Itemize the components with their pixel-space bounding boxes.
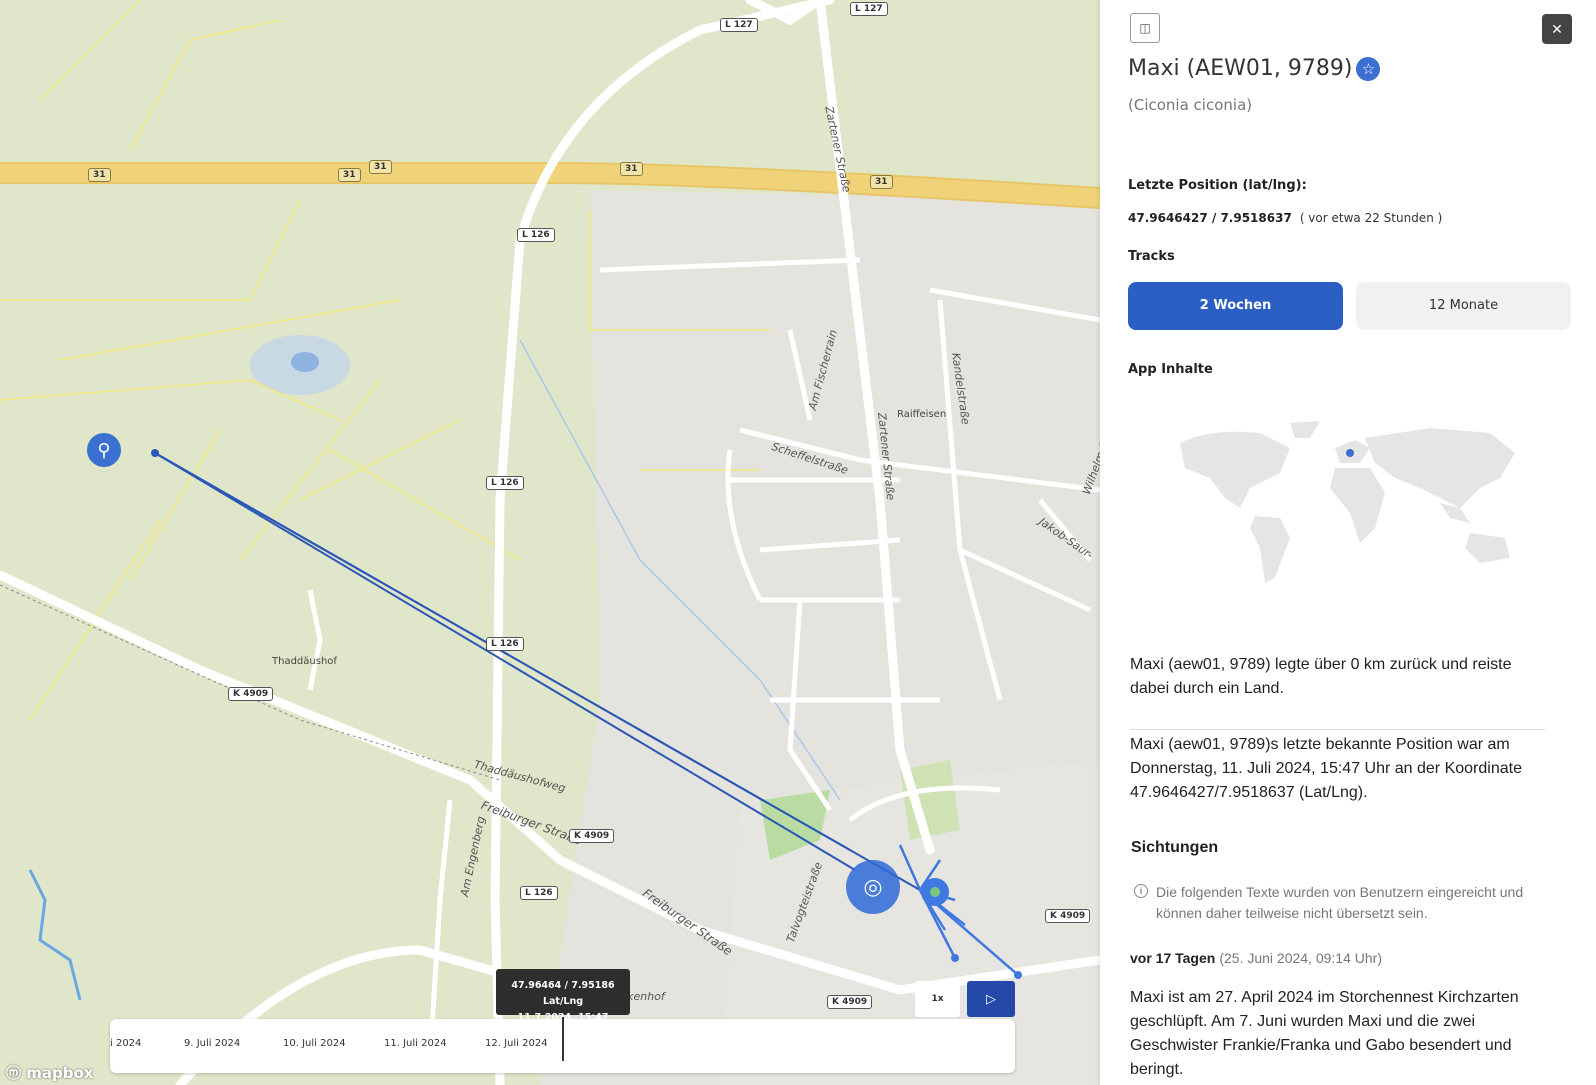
- route-shield: L 127: [720, 18, 758, 32]
- species-label: (Ciconia ciconia): [1128, 96, 1253, 114]
- timeline[interactable]: i 2024 9. Juli 2024 10. Juli 2024 11. Ju…: [110, 1017, 1015, 1073]
- route-shield: 31: [870, 175, 893, 189]
- sightings-notice: i Die folgenden Texte wurden von Benutze…: [1134, 882, 1544, 924]
- last-position-label: Letzte Position (lat/lng):: [1128, 178, 1307, 193]
- position-tooltip: 47.96464 / 7.95186 Lat/Lng 11.7.2024, 15…: [496, 969, 630, 1023]
- timeline-tick: 12. Juli 2024: [485, 1038, 548, 1049]
- route-shield: K 4909: [827, 995, 873, 1009]
- info-icon: i: [1134, 884, 1148, 898]
- star-icon[interactable]: ☆: [1356, 57, 1381, 81]
- route-shield: K 4909: [569, 829, 615, 843]
- play-button[interactable]: ▷: [967, 981, 1015, 1017]
- close-button[interactable]: ✕: [1542, 14, 1572, 44]
- timeline-tick: i 2024: [110, 1038, 142, 1049]
- timeline-tick: 9. Juli 2024: [184, 1038, 241, 1049]
- sidebar-toggle-icon[interactable]: ◫: [1130, 13, 1160, 43]
- mapbox-logo: ⓜ mapbox: [6, 1064, 94, 1082]
- play-icon: ▷: [986, 991, 996, 1006]
- page-title: Maxi (AEW01, 9789) ☆: [1128, 56, 1381, 81]
- world-map: [1180, 421, 1515, 583]
- sighting-text: Maxi ist am 27. April 2024 im Storchenne…: [1130, 989, 1519, 1078]
- route-shield: 31: [338, 168, 361, 182]
- route-shield: L 126: [486, 476, 524, 490]
- route-shield: K 4909: [1045, 909, 1091, 923]
- route-shield: K 4909: [228, 687, 274, 701]
- last-known-text: Maxi (aew01, 9789)s letzte bekannte Posi…: [1130, 736, 1522, 801]
- tooltip-coords: 47.96464 / 7.95186 Lat/Lng: [511, 980, 615, 1007]
- map-view[interactable]: Zartener Straße Zartener Straße Am Fisch…: [0, 0, 1100, 1085]
- speed-button[interactable]: 1x: [915, 981, 960, 1017]
- last-position-value: 47.9646427 / 7.9518637( vor etwa 22 Stun…: [1128, 211, 1443, 225]
- app-content-label: App Inhalte: [1128, 362, 1213, 377]
- timeline-cursor[interactable]: [562, 1017, 564, 1061]
- timeline-tick: 11. Juli 2024: [384, 1038, 447, 1049]
- close-icon: ✕: [1551, 21, 1563, 37]
- sightings-heading: Sichtungen: [1131, 839, 1219, 856]
- crosshair-icon[interactable]: ◎: [846, 860, 900, 914]
- route-shield: 31: [88, 168, 111, 182]
- sighting-header: vor 17 Tagen (25. Juni 2024, 09:14 Uhr): [1130, 950, 1382, 966]
- detail-panel: ◫ ✕ Maxi (AEW01, 9789) ☆ (Ciconia ciconia…: [1100, 0, 1596, 1085]
- route-shield: 31: [620, 162, 643, 176]
- track-2-weeks-button[interactable]: 2 Wochen: [1128, 282, 1343, 330]
- place-label: Raiffeisen: [897, 409, 947, 420]
- timeline-tick: 10. Juli 2024: [283, 1038, 346, 1049]
- stork-icon[interactable]: ⚲: [87, 433, 121, 467]
- divider: [1130, 729, 1545, 730]
- map-canvas: [0, 0, 1100, 1085]
- place-label: Thaddäushof: [272, 656, 337, 667]
- summary-text: Maxi (aew01, 9789) legte über 0 km zurüc…: [1130, 656, 1512, 697]
- route-shield: 31: [369, 160, 392, 174]
- route-shield: L 126: [520, 886, 558, 900]
- route-shield: L 126: [486, 637, 524, 651]
- track-12-months-button[interactable]: 12 Monate: [1356, 282, 1571, 330]
- tracks-label: Tracks: [1128, 249, 1175, 264]
- route-shield: L 127: [850, 2, 888, 16]
- route-shield: L 126: [517, 228, 555, 242]
